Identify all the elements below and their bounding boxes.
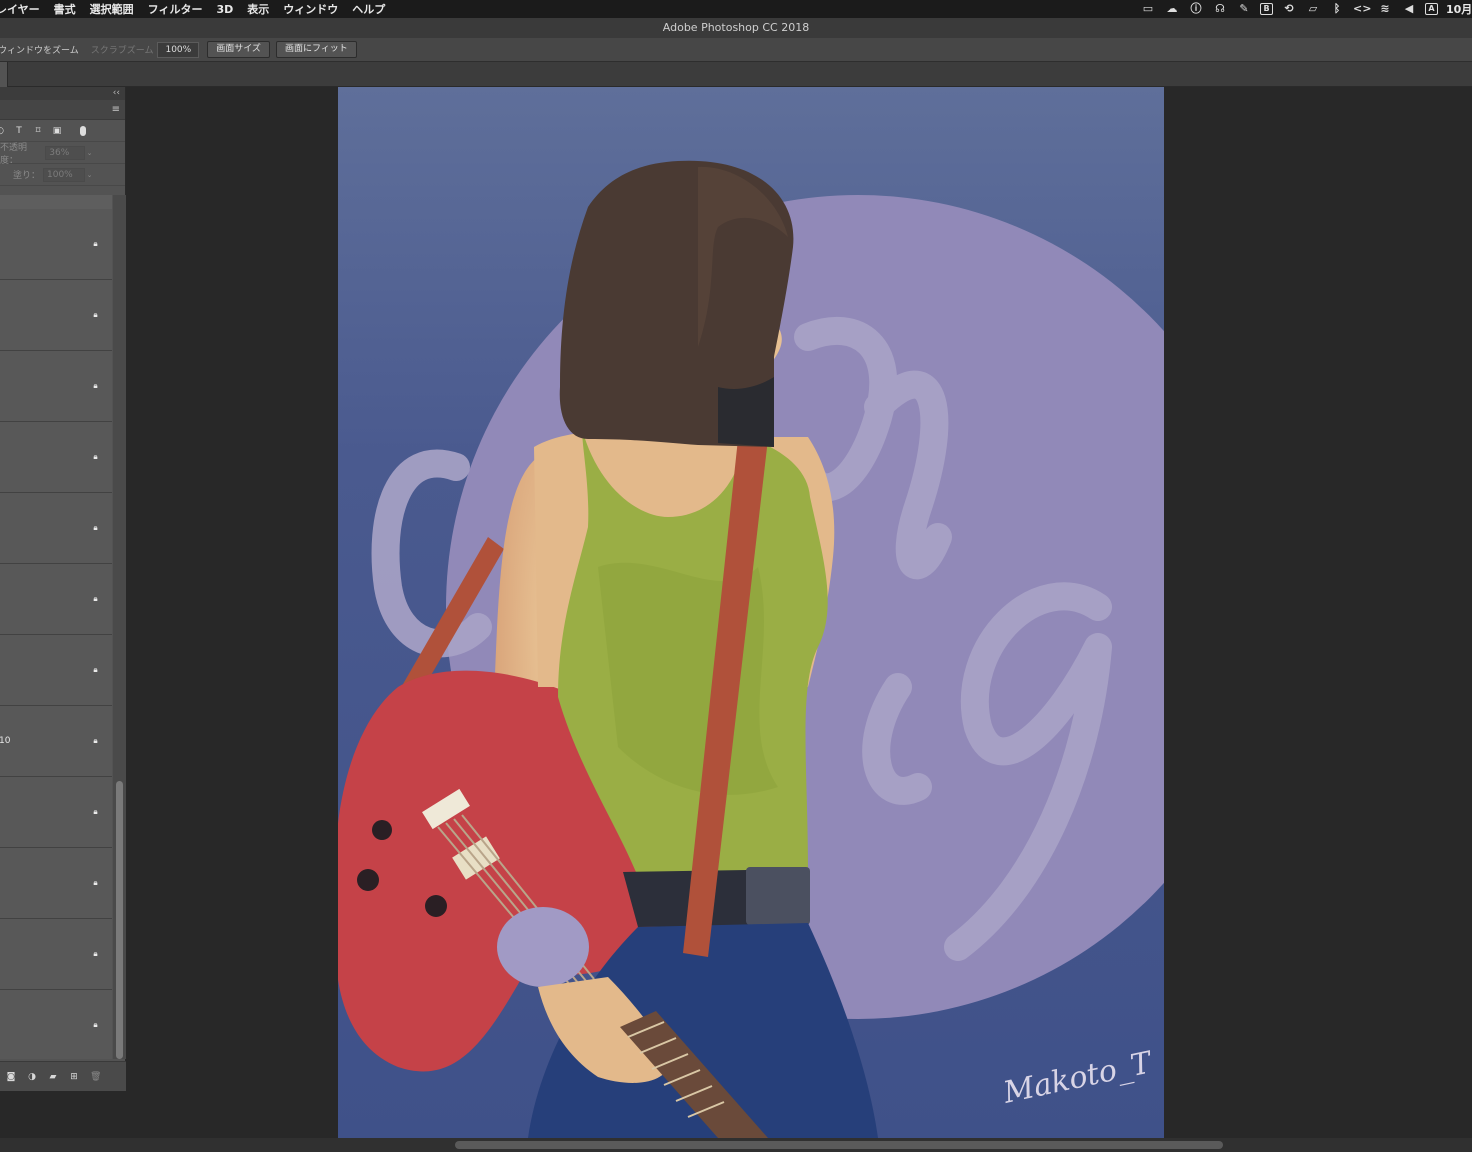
adjustment-layer-icon[interactable]: ◑ — [27, 1072, 37, 1082]
window-title: Adobe Photoshop CC 2018 — [0, 18, 1472, 38]
layer-row[interactable]: 🔒︎ — [0, 351, 112, 422]
layer-row[interactable]: 🔒︎ — [0, 280, 112, 351]
code-icon[interactable]: <> — [1353, 3, 1371, 15]
pen-icon[interactable]: ✎ — [1236, 3, 1252, 15]
fill-row: 塗り： 100% ⌄ — [0, 164, 125, 186]
lock-icon[interactable]: 🔒︎ — [91, 523, 100, 532]
options-bar: ウィンドウをズーム スクラブズーム 100% 画面サイズ 画面にフィット — [0, 38, 1472, 62]
layer-name: 10 — [0, 736, 11, 746]
scrubby-zoom-option[interactable]: スクラブズーム — [91, 43, 154, 56]
panel-dock-top: ‹‹ — [0, 87, 125, 100]
chevron-down-icon[interactable]: ⌄ — [84, 146, 94, 159]
lock-icon[interactable]: 🔒︎ — [91, 807, 100, 816]
cloud-icon[interactable]: ☁ — [1164, 3, 1180, 15]
trash-icon[interactable]: 🗑︎ — [90, 1072, 101, 1082]
layer-row[interactable]: 🔒︎ — [0, 422, 112, 493]
layers-panel: ‹‹ ≡ ◐ T ⌑ ▣ 不透明度： 36% ⌄ 塗り： 100% ⌄ 🔒︎ 🔒… — [0, 87, 126, 1091]
fill-value: 100% — [47, 169, 73, 180]
panel-menu-icon[interactable]: ≡ — [112, 104, 120, 116]
wristband — [497, 907, 589, 987]
layer-row[interactable]: 🔒︎ — [0, 919, 112, 990]
fill-label: 塗り： — [12, 171, 40, 181]
layer-row[interactable]: 🔒︎ — [0, 564, 112, 635]
layer-row[interactable]: 🔒︎ — [0, 635, 112, 706]
input-source-icon[interactable]: A — [1425, 3, 1438, 15]
opacity-label: 不透明度： — [0, 142, 28, 166]
new-layer-icon[interactable]: ⊞ — [69, 1072, 79, 1082]
hair — [559, 160, 794, 447]
type-filter-icon[interactable]: T — [14, 126, 24, 136]
filter-toggle[interactable] — [80, 125, 86, 136]
layer-row[interactable]: 🔒︎ — [0, 848, 112, 919]
lock-icon[interactable]: 🔒︎ — [91, 665, 100, 674]
horizontal-scrollbar-thumb[interactable] — [455, 1141, 1223, 1149]
lock-icon[interactable]: 🔒︎ — [91, 452, 100, 461]
menu-bar: レイヤー 書式 選択範囲 フィルター 3D 表示 ウィンドウ ヘルプ ▭ ☁ ⓘ… — [0, 0, 1472, 18]
wifi-icon[interactable]: ≋ — [1377, 3, 1393, 15]
shape-filter-icon[interactable]: ⌑ — [33, 126, 43, 136]
actual-size-button[interactable]: 画面サイズ — [207, 41, 270, 58]
time-machine-icon[interactable]: ⟲ — [1281, 3, 1297, 15]
artwork-illustration: Makoto_T — [338, 87, 1164, 1138]
menu-filter[interactable]: フィルター — [148, 1, 203, 17]
new-group-icon[interactable]: ▰ — [48, 1072, 58, 1082]
layer-row[interactable]: 10 🔒︎ — [0, 706, 112, 777]
opacity-field[interactable]: 36% ⌄ — [45, 145, 92, 160]
document-tab-bar — [0, 62, 1472, 87]
layer-row[interactable]: 🔒︎ — [0, 493, 112, 564]
airplay-icon[interactable]: ▱ — [1305, 3, 1321, 15]
menu-window[interactable]: ウィンドウ — [283, 1, 338, 17]
menu-3d[interactable]: 3D — [216, 3, 233, 16]
volume-icon[interactable]: ◀ — [1401, 3, 1417, 15]
layers-list: 🔒︎ 🔒︎ 🔒︎ 🔒︎ 🔒︎ 🔒︎ 🔒︎ 10 🔒︎ 🔒︎ 🔒︎ 🔒︎ 🔒︎ — [0, 195, 112, 1059]
headphones-icon[interactable]: ☊ — [1212, 3, 1228, 15]
menu-select[interactable]: 選択範囲 — [90, 1, 134, 17]
opacity-row: 不透明度： 36% ⌄ — [0, 142, 125, 166]
document-tab[interactable] — [0, 62, 8, 87]
zoom-level-field[interactable]: 100% — [157, 41, 200, 58]
layers-list-top — [0, 195, 112, 209]
status-area: ▭ ☁ ⓘ ☊ ✎ B ⟲ ▱ ᛒ <> ≋ ◀ A 10月 — [1140, 0, 1472, 18]
display-icon[interactable]: ▭ — [1140, 3, 1156, 15]
collapse-panel-icon[interactable]: ‹‹ — [113, 87, 120, 99]
lock-icon[interactable]: 🔒︎ — [91, 736, 100, 745]
lock-icon[interactable]: 🔒︎ — [91, 239, 100, 248]
bluetooth-icon[interactable]: ᛒ — [1329, 3, 1345, 15]
info-icon[interactable]: ⓘ — [1188, 3, 1204, 15]
chevron-down-icon[interactable]: ⌄ — [84, 168, 94, 181]
add-mask-icon[interactable]: ◙ — [6, 1072, 16, 1082]
fill-field[interactable]: 100% ⌄ — [43, 167, 92, 182]
layers-panel-footer: ◙ ◑ ▰ ⊞ 🗑︎ — [0, 1061, 126, 1091]
lock-icon[interactable]: 🔒︎ — [91, 878, 100, 887]
layer-row[interactable]: 🔒︎ — [0, 990, 112, 1059]
adjustment-filter-icon[interactable]: ◐ — [0, 126, 5, 136]
document-canvas[interactable]: Makoto_T — [338, 87, 1164, 1138]
lock-icon[interactable]: 🔒︎ — [91, 381, 100, 390]
menu-type[interactable]: 書式 — [54, 1, 76, 17]
lock-icon[interactable]: 🔒︎ — [91, 594, 100, 603]
lock-icon[interactable]: 🔒︎ — [91, 310, 100, 319]
bold-b-icon[interactable]: B — [1260, 3, 1273, 15]
menubar-clock[interactable]: 10月 — [1446, 1, 1472, 17]
layers-scrollbar-thumb[interactable] — [116, 781, 123, 1059]
smart-object-filter-icon[interactable]: ▣ — [52, 126, 62, 136]
menu-help[interactable]: ヘルプ — [352, 1, 385, 17]
menu-layer[interactable]: レイヤー — [0, 1, 40, 17]
layer-row[interactable]: 🔒︎ — [0, 777, 112, 848]
canvas-horizontal-scrollbar[interactable] — [0, 1138, 1472, 1152]
menu-view[interactable]: 表示 — [247, 1, 269, 17]
zoom-windows-option[interactable]: ウィンドウをズーム — [0, 43, 79, 56]
lock-icon[interactable]: 🔒︎ — [91, 949, 100, 958]
opacity-value: 36% — [49, 147, 70, 158]
layer-row[interactable]: 🔒︎ — [0, 209, 112, 280]
fit-screen-button[interactable]: 画面にフィット — [275, 41, 357, 58]
lock-icon[interactable]: 🔒︎ — [91, 1020, 100, 1029]
layers-scrollbar[interactable] — [113, 195, 126, 1059]
panel-header: ≡ — [0, 100, 125, 120]
